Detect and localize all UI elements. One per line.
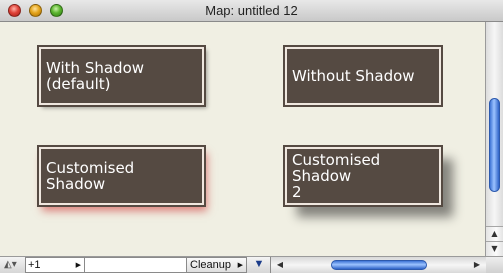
pin-icon[interactable]: ▼ (250, 257, 268, 273)
cleanup-button[interactable]: Cleanup ▶ (187, 257, 247, 273)
navigator-icon[interactable]: ◭▾ (4, 257, 22, 273)
cleanup-dropdown-icon: ▶ (237, 262, 243, 269)
horizontal-scroll-thumb[interactable] (331, 260, 427, 270)
node-label: Without Shadow (292, 67, 415, 85)
horizontal-scrollbar[interactable]: ◀ ▶ (270, 257, 486, 273)
zoom-field[interactable]: +1 ▶ (25, 257, 85, 273)
node-label: Customised Shadow 2 (292, 151, 381, 201)
vertical-scrollbar[interactable]: ▲ ▼ (486, 22, 503, 256)
vertical-scroll-thumb[interactable] (489, 98, 500, 192)
scroll-up-icon[interactable]: ▲ (486, 226, 503, 241)
scroll-down-icon[interactable]: ▼ (486, 241, 503, 256)
resize-grip-icon[interactable] (486, 257, 503, 273)
title-bar[interactable]: Map: untitled 12 (0, 0, 503, 22)
node-label: With Shadow (default) (46, 59, 145, 93)
zoom-value: +1 (28, 259, 41, 271)
cleanup-label: Cleanup (190, 259, 231, 271)
map-window: Map: untitled 12 With Shadow (default) W… (0, 0, 503, 273)
node-customised-shadow-2[interactable]: Customised Shadow 2 (283, 145, 443, 207)
status-field (85, 257, 187, 273)
map-canvas[interactable]: With Shadow (default) Without Shadow Cus… (0, 22, 486, 256)
zoom-dropdown-icon: ▶ (75, 262, 81, 269)
scroll-right-icon[interactable]: ▶ (470, 257, 484, 272)
node-with-shadow[interactable]: With Shadow (default) (37, 45, 206, 107)
scroll-left-icon[interactable]: ◀ (273, 257, 287, 272)
window-title: Map: untitled 12 (205, 3, 298, 18)
node-label: Customised Shadow (46, 159, 135, 193)
node-customised-shadow[interactable]: Customised Shadow (37, 145, 206, 207)
node-without-shadow[interactable]: Without Shadow (283, 45, 443, 107)
status-bar: ◭▾ +1 ▶ Cleanup ▶ ▼ ◀ ▶ (0, 256, 503, 273)
